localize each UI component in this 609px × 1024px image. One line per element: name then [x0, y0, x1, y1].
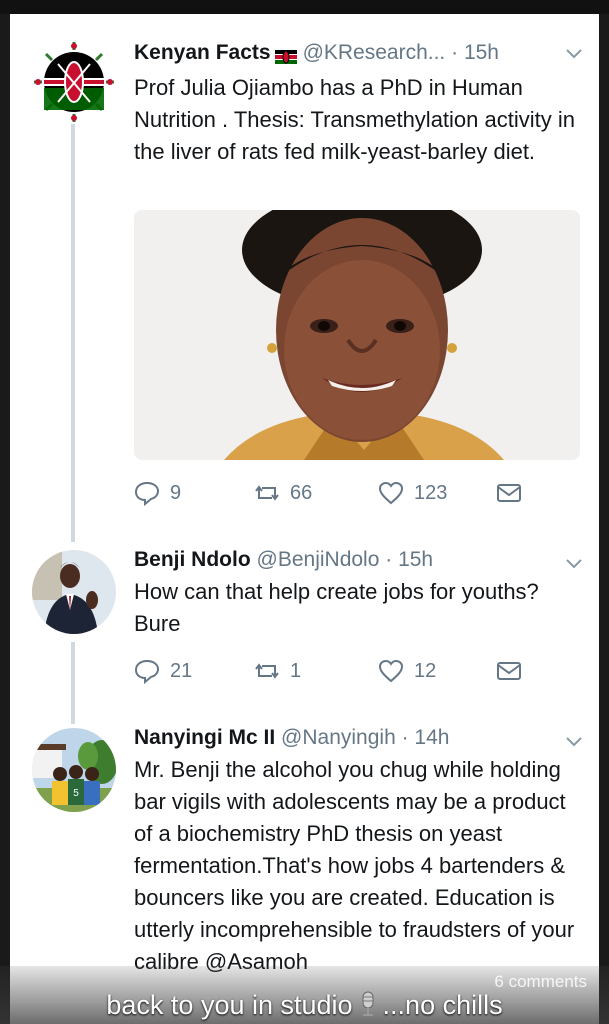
display-name[interactable]: Benji Ndolo [134, 548, 251, 571]
reply-button[interactable]: 21 [134, 658, 192, 684]
chevron-down-icon[interactable] [565, 558, 583, 570]
display-name[interactable]: Kenyan Facts [134, 41, 271, 64]
user-handle[interactable]: @KResearch... [303, 41, 446, 64]
like-count: 12 [414, 659, 437, 682]
twitter-thread: Kenyan Facts @KResearch... · 15h Prof Jul… [10, 14, 599, 1024]
thread-connector [71, 122, 75, 542]
caption-text: back to you in studio [106, 990, 353, 1020]
thread-connector [71, 642, 75, 724]
timestamp[interactable]: · 15h [385, 548, 433, 571]
retweet-button[interactable]: 66 [254, 480, 312, 506]
retweet-icon [255, 663, 279, 679]
comment-count[interactable]: 6 comments [494, 972, 587, 992]
status-bar [0, 0, 609, 14]
reply-count: 9 [170, 481, 182, 504]
reply-button[interactable]: 9 [134, 480, 181, 506]
user-handle[interactable]: @BenjiNdolo [257, 548, 380, 571]
envelope-icon [497, 484, 521, 502]
display-name[interactable]: Nanyingi Mc II [134, 726, 275, 749]
direct-message-button[interactable] [496, 658, 522, 684]
kenya-flag-icon [274, 46, 297, 65]
reply-count: 21 [170, 659, 193, 682]
like-count: 123 [414, 481, 448, 504]
microphone-icon [359, 991, 377, 1017]
reply-icon [134, 659, 160, 684]
retweet-button[interactable]: 1 [254, 658, 301, 684]
video-caption: back to you in studio ...no chills [0, 990, 609, 1021]
chevron-down-icon[interactable] [565, 736, 583, 748]
tweet-text: Mr. Benji the alcohol you chug while hol… [134, 757, 575, 974]
heart-icon [378, 481, 404, 505]
svg-text:5: 5 [73, 788, 79, 799]
retweet-icon [255, 485, 279, 501]
tweet-header: Benji Ndolo @BenjiNdolo · 15h [134, 548, 433, 572]
like-button[interactable]: 123 [378, 480, 447, 506]
tweet-text: Prof Julia Ojiambo has a PhD in Human Nu… [134, 75, 575, 164]
timestamp[interactable]: · 15h [451, 41, 499, 64]
avatar[interactable]: 5 [32, 728, 116, 812]
envelope-icon [497, 662, 521, 680]
retweet-count: 66 [290, 481, 313, 504]
tweet-header: Nanyingi Mc II @Nanyingih · 14h [134, 726, 449, 750]
user-handle[interactable]: @Nanyingih [281, 726, 396, 749]
caption-text: ...no chills [382, 990, 503, 1020]
direct-message-button[interactable] [496, 480, 522, 506]
timestamp[interactable]: · 14h [402, 726, 450, 749]
avatar[interactable] [32, 40, 116, 124]
retweet-count: 1 [290, 659, 302, 682]
avatar[interactable] [32, 550, 116, 634]
tweet-photo[interactable] [134, 210, 580, 460]
tweet-header: Kenyan Facts @KResearch... · 15h [134, 41, 499, 65]
chevron-down-icon[interactable] [565, 48, 583, 60]
tweet-text: How can that help create jobs for youths… [134, 579, 539, 636]
heart-icon [378, 659, 404, 683]
tweet-actions: 9 66 123 [134, 480, 554, 510]
reply-icon [134, 481, 160, 506]
tweet-actions: 21 1 12 [134, 658, 554, 688]
like-button[interactable]: 12 [378, 658, 436, 684]
